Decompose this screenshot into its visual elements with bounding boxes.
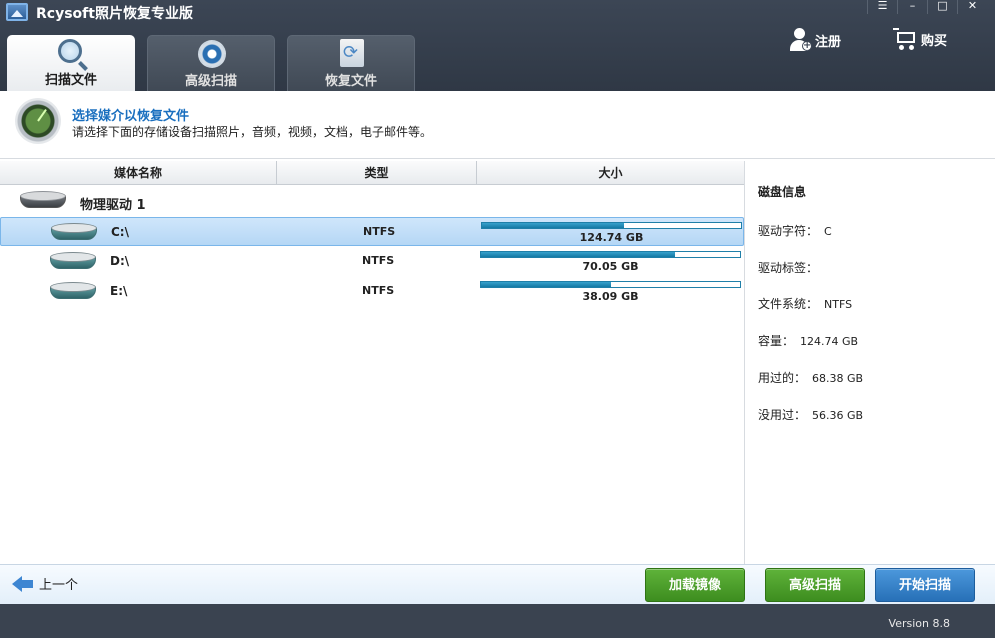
drive-row-e[interactable]: E:\ NTFS 38.09 GB bbox=[0, 277, 744, 306]
action-bar: 上一个 加载镜像 高级扫描 开始扫描 bbox=[0, 564, 995, 604]
media-table: 媒体名称 类型 大小 物理驱动 1 C:\ NTFS 124.74 GB D:\… bbox=[0, 161, 745, 564]
close-button[interactable]: ✕ bbox=[957, 0, 987, 14]
start-scan-button[interactable]: 开始扫描 bbox=[875, 568, 975, 602]
instruction-banner: 选择媒介以恢复文件 请选择下面的存储设备扫描照片，音频，视频，文档，电子邮件等。 bbox=[0, 91, 995, 159]
usage-bar bbox=[480, 251, 741, 258]
tab-label: 恢复文件 bbox=[324, 74, 377, 89]
advanced-scan-button[interactable]: 高级扫描 bbox=[765, 568, 865, 602]
drive-size: 38.09 GB bbox=[582, 290, 639, 303]
register-label: 注册 bbox=[815, 34, 842, 50]
maximize-button[interactable]: □ bbox=[927, 0, 957, 14]
status-footer: Version 8.8 bbox=[0, 604, 995, 638]
gear-icon bbox=[198, 40, 226, 68]
drive-size: 70.05 GB bbox=[582, 260, 639, 273]
usage-bar bbox=[480, 281, 741, 288]
drive-row-d[interactable]: D:\ NTFS 70.05 GB bbox=[0, 247, 744, 276]
buy-label: 购买 bbox=[921, 33, 948, 49]
drive-filesystem: NTFS bbox=[362, 254, 395, 267]
app-title: Rcysoft照片恢复专业版 bbox=[36, 6, 193, 22]
drive-size: 124.74 GB bbox=[579, 231, 644, 244]
minimize-button[interactable]: – bbox=[897, 0, 927, 14]
info-file-system: 文件系统： NTFS bbox=[758, 297, 853, 311]
disk-info-title: 磁盘信息 bbox=[758, 185, 807, 199]
usage-bar-fill bbox=[482, 223, 625, 228]
physical-drive-row[interactable]: 物理驱动 1 bbox=[0, 187, 744, 217]
arrow-left-icon bbox=[12, 575, 34, 592]
window-controls: ☰ – □ ✕ bbox=[867, 0, 987, 14]
user-add-icon: + bbox=[790, 28, 812, 52]
magnifier-icon bbox=[58, 39, 82, 63]
drive-filesystem: NTFS bbox=[363, 225, 396, 238]
recover-document-icon bbox=[340, 39, 364, 67]
radar-icon bbox=[15, 98, 61, 144]
column-header-type[interactable]: 类型 bbox=[277, 161, 477, 185]
banner-description: 请选择下面的存储设备扫描照片，音频，视频，文档，电子邮件等。 bbox=[72, 125, 433, 139]
usage-bar-fill bbox=[481, 282, 611, 287]
tab-label: 高级扫描 bbox=[184, 74, 237, 89]
column-header-name[interactable]: 媒体名称 bbox=[0, 161, 277, 185]
info-drive-letter: 驱动字符： C bbox=[758, 224, 832, 238]
back-label: 上一个 bbox=[39, 578, 79, 593]
drive-letter: D:\ bbox=[110, 254, 130, 268]
tab-recover-files[interactable]: 恢复文件 bbox=[287, 35, 415, 91]
cart-icon bbox=[893, 28, 917, 50]
hard-disk-icon bbox=[20, 191, 68, 211]
physical-drive-label: 物理驱动 1 bbox=[80, 198, 146, 213]
back-button[interactable]: 上一个 bbox=[12, 574, 78, 593]
drive-letter: C:\ bbox=[111, 225, 129, 239]
info-capacity: 容量： 124.74 GB bbox=[758, 334, 859, 348]
drive-letter: E:\ bbox=[110, 284, 128, 298]
buy-button[interactable]: 购买 bbox=[893, 28, 947, 50]
drive-row-c[interactable]: C:\ NTFS 124.74 GB bbox=[0, 217, 744, 246]
info-drive-label: 驱动标签： bbox=[758, 261, 819, 275]
drive-icon bbox=[50, 282, 98, 302]
column-header-size[interactable]: 大小 bbox=[477, 161, 744, 185]
info-unused: 没用过： 56.36 GB bbox=[758, 408, 864, 422]
app-logo-icon bbox=[6, 3, 28, 21]
menu-button[interactable]: ☰ bbox=[867, 0, 897, 14]
drive-icon bbox=[50, 252, 98, 272]
drive-icon bbox=[51, 223, 99, 243]
banner-title: 选择媒介以恢复文件 bbox=[72, 109, 190, 124]
title-bar: Rcysoft照片恢复专业版 ☰ – □ ✕ + 注册 购买 扫描文件 高级扫描… bbox=[0, 0, 995, 91]
register-button[interactable]: + 注册 bbox=[790, 28, 841, 52]
tab-scan-files[interactable]: 扫描文件 bbox=[7, 35, 135, 91]
tab-label: 扫描文件 bbox=[44, 73, 97, 88]
info-used: 用过的： 68.38 GB bbox=[758, 371, 864, 385]
usage-bar-fill bbox=[481, 252, 676, 257]
version-label: Version 8.8 bbox=[888, 617, 950, 630]
tab-advanced-scan[interactable]: 高级扫描 bbox=[147, 35, 275, 91]
usage-bar bbox=[481, 222, 742, 229]
drive-filesystem: NTFS bbox=[362, 284, 395, 297]
disk-info-panel: 磁盘信息 驱动字符： C 驱动标签： 文件系统： NTFS 容量： 124.74 GB… bbox=[745, 161, 995, 564]
load-image-button[interactable]: 加载镜像 bbox=[645, 568, 745, 602]
